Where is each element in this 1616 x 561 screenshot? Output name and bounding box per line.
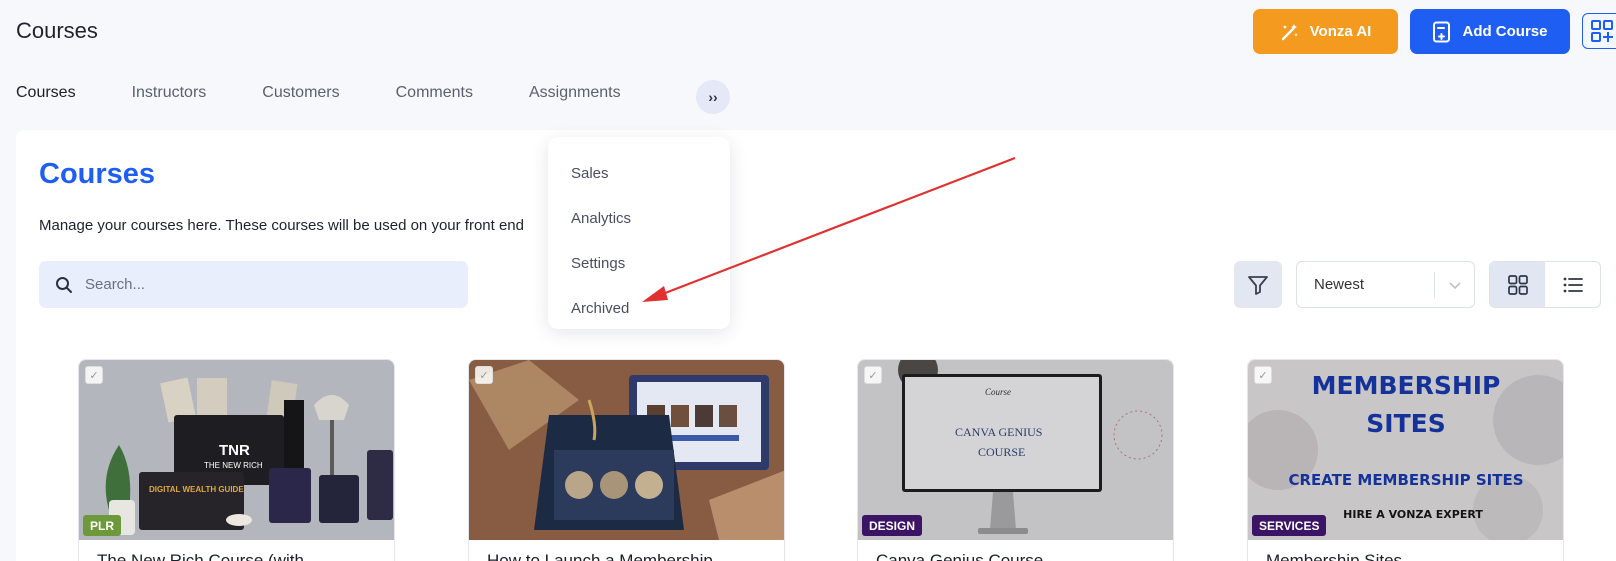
menu-item-settings[interactable]: Settings — [548, 241, 730, 286]
course-card[interactable]: ✓ How to Launch a Membership — [468, 359, 785, 561]
tab-instructors[interactable]: Instructors — [132, 84, 207, 102]
grid-icon — [1507, 274, 1528, 295]
panel-description: Manage your courses here. These courses … — [39, 217, 524, 234]
tabs-more-button[interactable]: ›› — [696, 80, 730, 114]
more-tabs-dropdown: Sales Analytics Settings Archived — [548, 137, 730, 329]
thumbnail-text: TNR — [219, 442, 250, 459]
magic-wand-icon — [1281, 23, 1298, 40]
course-card[interactable]: MEMBERSHIP SITES CREATE MEMBERSHIP SITES… — [1247, 359, 1564, 561]
menu-item-archived[interactable]: Archived — [548, 286, 730, 331]
nav-tabs: Courses Instructors Customers Comments A… — [16, 84, 677, 102]
tab-customers[interactable]: Customers — [262, 84, 339, 102]
sort-select[interactable]: Newest — [1296, 261, 1475, 308]
grid-add-icon — [1591, 20, 1613, 42]
category-badge: PLR — [83, 515, 121, 536]
card-title: Membership Sites — [1266, 551, 1403, 561]
list-icon — [1563, 277, 1583, 292]
thumbnail-text: SITES — [1366, 409, 1445, 438]
card-title: The New Rich Course (with — [97, 551, 304, 561]
thumbnail-text: THE NEW RICH — [204, 461, 263, 470]
thumbnail-text: HIRE A VONZA EXPERT — [1343, 508, 1483, 521]
chevron-down-icon — [1449, 282, 1461, 290]
card-title: Canva Genius Course — [876, 551, 1044, 561]
course-thumbnail: Course CANVA GENIUS COURSE — [858, 360, 1173, 540]
search-box[interactable] — [39, 261, 468, 308]
thumbnail-text: Course — [985, 387, 1011, 397]
course-thumbnail: TNR THE NEW RICH DIGITAL WEALTH GUIDE — [79, 360, 394, 540]
menu-item-sales[interactable]: Sales — [548, 151, 730, 196]
view-toggle — [1489, 261, 1601, 308]
category-badge: DESIGN — [862, 515, 923, 536]
add-course-button[interactable]: Add Course — [1410, 9, 1570, 54]
panel-heading: Courses — [39, 158, 156, 190]
search-input[interactable] — [85, 276, 445, 293]
thumbnail-text: CREATE MEMBERSHIP SITES — [1288, 471, 1523, 489]
category-badge: SERVICES — [1252, 515, 1327, 536]
card-select-checkbox[interactable]: ✓ — [85, 366, 103, 384]
sort-divider — [1434, 272, 1435, 298]
course-card[interactable]: TNR THE NEW RICH DIGITAL WEALTH GUIDE ✓ … — [78, 359, 395, 561]
filter-button[interactable] — [1234, 261, 1282, 308]
card-select-checkbox[interactable]: ✓ — [1254, 366, 1272, 384]
course-card[interactable]: Course CANVA GENIUS COURSE ✓ DESIGN Canv… — [857, 359, 1174, 561]
card-select-checkbox[interactable]: ✓ — [864, 366, 882, 384]
menu-item-analytics[interactable]: Analytics — [548, 196, 730, 241]
vonza-ai-label: Vonza AI — [1309, 23, 1372, 40]
vonza-ai-button[interactable]: Vonza AI — [1253, 9, 1398, 54]
thumbnail-text: MEMBERSHIP — [1312, 371, 1501, 400]
tab-courses[interactable]: Courses — [16, 84, 76, 102]
sort-selected-value: Newest — [1314, 276, 1365, 293]
thumbnail-text: CANVA GENIUS — [955, 425, 1042, 439]
tab-comments[interactable]: Comments — [396, 84, 473, 102]
page-title: Courses — [16, 18, 98, 43]
filter-icon — [1248, 275, 1268, 295]
course-thumbnail — [469, 360, 784, 540]
add-grid-button[interactable] — [1582, 13, 1616, 49]
double-chevron-right-icon: ›› — [708, 89, 718, 105]
card-select-checkbox[interactable]: ✓ — [475, 366, 493, 384]
add-document-icon — [1433, 21, 1451, 42]
grid-view-button[interactable] — [1490, 262, 1545, 307]
list-view-button[interactable] — [1545, 262, 1600, 307]
search-icon — [56, 276, 72, 293]
card-title: How to Launch a Membership — [487, 551, 713, 561]
course-thumbnail: MEMBERSHIP SITES CREATE MEMBERSHIP SITES… — [1248, 360, 1563, 540]
thumbnail-text: DIGITAL WEALTH GUIDE — [149, 485, 244, 494]
add-course-label: Add Course — [1462, 23, 1548, 40]
tab-assignments[interactable]: Assignments — [529, 84, 621, 102]
thumbnail-text: COURSE — [978, 445, 1025, 459]
